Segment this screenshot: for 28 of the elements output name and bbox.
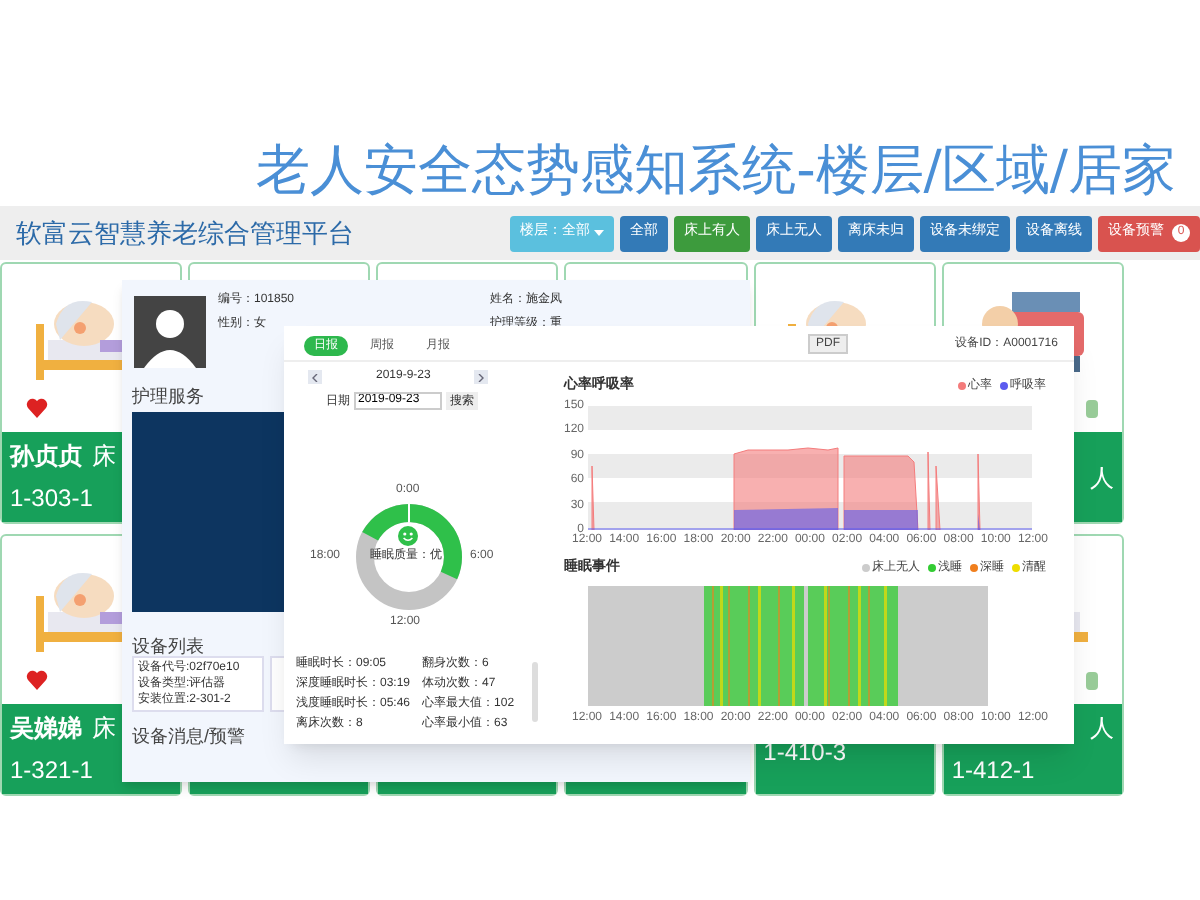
page-title: 老人安全态势感知系统-楼层/区域/居家: [256, 144, 1176, 198]
section-title: 设备列表: [132, 634, 204, 660]
resident-name: 孙贞贞: [10, 440, 82, 474]
heart-icon: [26, 670, 48, 690]
battery-icon: [1085, 671, 1098, 689]
platform-name: 软富云智慧养老综合管理平台: [16, 215, 354, 252]
smiley-icon: [398, 526, 418, 546]
battery-icon: [1085, 399, 1098, 417]
avatar-placeholder: [134, 296, 206, 368]
section-title: 设备消息/预警: [132, 724, 246, 750]
room-number: 1-412-1: [951, 754, 1037, 788]
prev-button[interactable]: [308, 370, 322, 384]
next-button[interactable]: [474, 370, 488, 384]
chevron-left-icon: [312, 373, 318, 381]
caret-icon: [594, 230, 604, 236]
room-number: 1-410-3: [763, 736, 849, 770]
bed-status: 人: [1089, 712, 1114, 746]
room-number: 1-321-1: [10, 754, 95, 788]
bed-status: 床: [92, 440, 116, 474]
chevron-right-icon: [478, 373, 484, 381]
heart-icon: [26, 398, 48, 418]
bed-status: 人: [1089, 461, 1114, 495]
bed-status: 床: [92, 712, 116, 746]
scrollbar: [532, 662, 538, 722]
section-title: 护理服务: [132, 384, 204, 410]
sleep-donut-drawing: [354, 502, 464, 612]
resident-name: 吴娣娣: [10, 712, 82, 746]
room-number: 1-303-1: [10, 482, 95, 516]
